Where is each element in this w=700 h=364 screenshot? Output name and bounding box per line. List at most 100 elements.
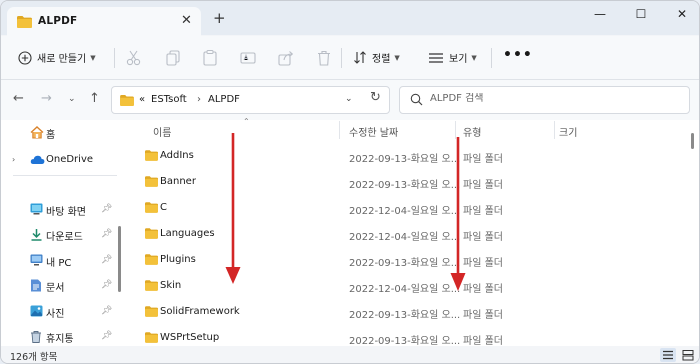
rename-icon[interactable] [239,49,257,67]
file-row[interactable]: Banner 2022-09-13-화요일 오... 파일 폴더 [129,170,689,196]
view-button-label: 보기 [449,54,468,65]
file-list-scrollbar[interactable] [689,133,695,345]
file-type: 파일 폴더 [463,336,503,347]
file-name: C [160,202,167,213]
file-row[interactable]: Skin 2022-12-04-일요일 오... 파일 폴더 [129,274,689,300]
tab-alpdf[interactable]: ALPDF ✕ [7,7,201,36]
column-divider[interactable] [339,121,340,139]
file-name: Banner [160,176,196,187]
new-tab-button[interactable]: + [213,11,226,26]
breadcrumb-overflow[interactable]: « [139,94,145,105]
sidebar-item-label: 바탕 화면 [46,206,86,218]
tab-title: ALPDF [38,15,78,27]
file-type: 파일 폴더 [463,310,503,321]
content-area: 홈 › OneDrive 바탕 화면 📌︎ 다운로드 📌︎ 내 PC 📌︎ 문서… [1,117,699,347]
column-header-date[interactable]: 수정한 날짜 [349,124,398,139]
file-name: Skin [160,280,182,291]
folder-icon [145,176,158,187]
navigation-pane: 홈 › OneDrive 바탕 화면 📌︎ 다운로드 📌︎ 내 PC 📌︎ 문서… [1,120,123,346]
sidebar-item-this-pc[interactable]: 내 PC 📌︎ [1,250,123,272]
view-button[interactable]: 보기 ▼ [428,50,477,65]
sidebar-item-desktop[interactable]: 바탕 화면 📌︎ [1,199,123,221]
sidebar-item-documents[interactable]: 문서 📌︎ [1,275,123,297]
forward-button[interactable]: → [41,91,52,106]
sidebar-item-recycle-bin[interactable]: 휴지통 📌︎ [1,326,123,348]
file-row[interactable]: Plugins 2022-09-13-화요일 오... 파일 폴더 [129,248,689,274]
annotation-arrow-down [450,137,466,291]
sort-button-label: 정렬 [372,54,391,65]
file-name: WSPrtSetup [160,332,220,343]
navigation-bar: ← → ⌄ ↑ « ESTsoft › ALPDF ⌄ ↻ [1,80,699,120]
column-divider[interactable] [554,121,555,139]
address-bar[interactable]: « ESTsoft › ALPDF ⌄ [111,86,390,114]
file-date: 2022-09-13-화요일 오... [349,154,461,165]
home-icon [30,126,44,139]
separator [341,48,342,68]
minimize-button[interactable]: — [587,7,613,25]
column-header-size[interactable]: 크기 [559,124,577,139]
sidebar-item-label: OneDrive [46,153,94,165]
folder-icon [145,228,158,239]
copy-icon[interactable] [164,49,182,67]
pin-icon: 📌︎ [101,306,113,316]
folder-icon [145,202,158,213]
pin-icon: 📌︎ [101,331,113,341]
close-window-button[interactable]: ✕ [669,7,695,25]
folder-icon [145,306,158,317]
new-button[interactable]: 새로 만들기 ▼ [18,50,96,65]
column-header-name[interactable]: 이름 [153,124,171,139]
delete-icon[interactable] [315,49,333,67]
file-date: 2022-09-13-화요일 오... [349,336,461,347]
close-tab-icon[interactable]: ✕ [181,13,192,28]
scrollbar-thumb[interactable] [691,133,694,149]
title-bar: ALPDF ✕ + — ☐ ✕ [1,1,699,36]
maximize-button[interactable]: ☐ [628,7,654,25]
file-name: SolidFramework [160,306,240,317]
file-date: 2022-12-04-일요일 오... [349,206,461,217]
sort-ascending-icon: ⌃ [243,117,250,126]
recent-locations-button[interactable]: ⌄ [68,94,76,104]
cut-icon[interactable] [125,49,143,67]
file-name: Plugins [160,254,196,265]
monitor-icon [30,254,43,266]
chevron-down-icon: ▼ [471,53,477,62]
share-icon[interactable] [277,49,295,67]
chevron-right-icon[interactable]: › [12,155,15,164]
file-type: 파일 폴더 [463,180,503,191]
refresh-button[interactable]: ↻ [370,90,381,105]
file-row[interactable]: AddIns 2022-09-13-화요일 오... 파일 폴더 [129,144,689,170]
breadcrumb-item[interactable]: ESTsoft [151,94,187,105]
search-input[interactable] [430,93,670,104]
sidebar-item-onedrive[interactable]: › OneDrive [1,148,123,170]
file-row[interactable]: SolidFramework 2022-09-13-화요일 오... 파일 폴더 [129,300,689,326]
explorer-window: ALPDF ✕ + — ☐ ✕ 새로 만들기 ▼ 정렬 ▼ 보기 ▼ ••• ←… [0,0,700,364]
download-icon [31,229,42,241]
sidebar-scrollbar[interactable] [118,226,121,292]
up-button[interactable]: ↑ [89,91,100,106]
recycle-bin-icon [31,331,41,343]
paste-icon[interactable] [201,49,219,67]
details-view-icon[interactable] [660,348,676,362]
file-name: AddIns [160,150,194,161]
file-row[interactable]: Languages 2022-12-04-일요일 오... 파일 폴더 [129,222,689,248]
sidebar-item-label: 홈 [46,129,56,141]
cloud-icon [30,155,45,164]
sidebar-item-downloads[interactable]: 다운로드 📌︎ [1,224,123,246]
file-row[interactable]: C 2022-12-04-일요일 오... 파일 폴더 [129,196,689,222]
more-options-button[interactable]: ••• [503,47,533,63]
breadcrumb-item[interactable]: ALPDF [208,94,240,105]
separator [491,48,492,68]
tiles-view-icon[interactable] [680,348,696,362]
search-icon [410,93,423,106]
sidebar-item-home[interactable]: 홈 [1,122,123,144]
pin-icon: 📌︎ [101,204,113,214]
sort-button[interactable]: 정렬 ▼ [353,50,400,65]
file-type: 파일 폴더 [463,232,503,243]
breadcrumb-separator[interactable]: › [197,94,201,105]
folder-icon [145,332,158,343]
back-button[interactable]: ← [13,91,24,106]
search-box[interactable] [399,86,690,114]
chevron-down-icon[interactable]: ⌄ [345,94,353,104]
sidebar-item-pictures[interactable]: 사진 📌︎ [1,301,123,323]
file-date: 2022-09-13-화요일 오... [349,180,461,191]
